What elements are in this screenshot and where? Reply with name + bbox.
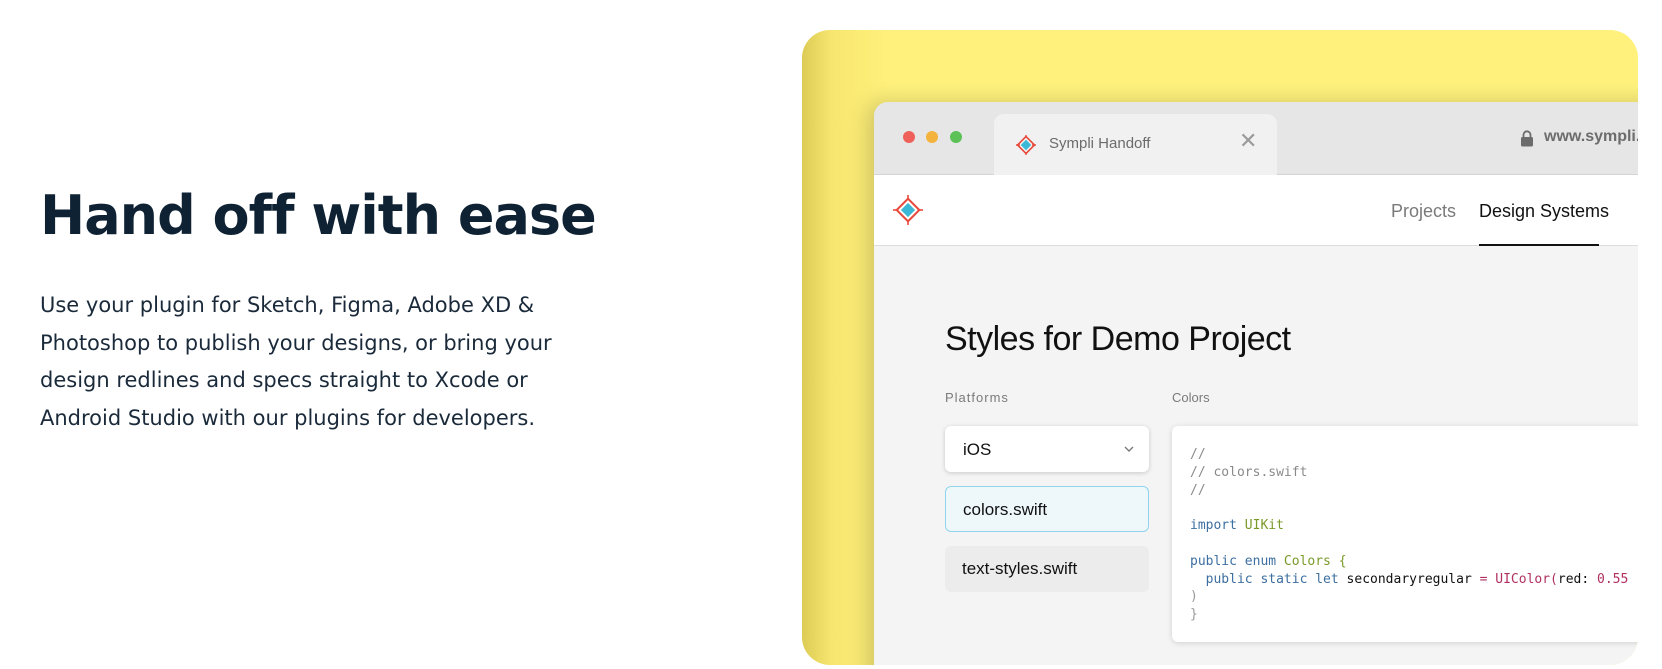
- platform-select[interactable]: iOS: [945, 426, 1149, 472]
- code-comment: //: [1190, 447, 1206, 462]
- showcase-panel: Sympli Handoff ✕ www.sympli.io Projects …: [802, 30, 1638, 665]
- code-number: 0.55: [1597, 571, 1629, 587]
- code-operator: =: [1479, 571, 1488, 587]
- browser-tab[interactable]: Sympli Handoff ✕: [994, 114, 1277, 175]
- tab-title: Sympli Handoff: [1049, 135, 1151, 152]
- code-paren: ): [1190, 589, 1198, 605]
- colors-label: Colors: [1172, 390, 1210, 405]
- code-block: // // colors.swift // import UIKit publi…: [1190, 446, 1628, 624]
- platform-select-value: iOS: [963, 440, 992, 459]
- browser-chrome: Sympli Handoff ✕ www.sympli.io: [874, 102, 1638, 175]
- code-comment: // colors.swift: [1190, 464, 1308, 480]
- code-keyword: public static let: [1205, 571, 1339, 587]
- app-header: Projects Design Systems: [874, 175, 1638, 246]
- file-item-label: text-styles.swift: [962, 559, 1078, 578]
- nav-design-systems[interactable]: Design Systems: [1479, 201, 1609, 222]
- code-identifier: secondaryregular: [1346, 571, 1472, 587]
- platforms-label: Platforms: [945, 390, 1009, 405]
- sympli-logo-icon[interactable]: [892, 194, 924, 226]
- hero-description: Use your plugin for Sketch, Figma, Adobe…: [40, 293, 552, 430]
- browser-window: Sympli Handoff ✕ www.sympli.io Projects …: [874, 102, 1638, 665]
- nav-projects[interactable]: Projects: [1391, 201, 1456, 222]
- code-comment: //: [1190, 482, 1206, 498]
- file-item-colors-swift[interactable]: colors.swift: [945, 486, 1149, 532]
- code-param: red: [1557, 571, 1582, 587]
- code-colon: :: [1581, 571, 1590, 587]
- code-call: UIColor(: [1495, 571, 1558, 587]
- code-module: UIKit: [1244, 518, 1284, 534]
- code-type: Colors: [1283, 553, 1331, 569]
- maximize-window-button[interactable]: [950, 131, 962, 143]
- code-keyword: import: [1190, 518, 1237, 534]
- page-title: Styles for Demo Project: [945, 320, 1291, 358]
- chevron-down-icon: [1124, 446, 1134, 452]
- code-brace: }: [1190, 607, 1198, 623]
- tab-close-icon[interactable]: ✕: [1239, 130, 1257, 152]
- sympli-logo-icon: [1016, 135, 1036, 155]
- code-panel: // // colors.swift // import UIKit publi…: [1172, 426, 1638, 642]
- hero-title: Hand off with ease: [40, 184, 597, 247]
- close-window-button[interactable]: [903, 131, 915, 143]
- minimize-window-button[interactable]: [926, 131, 938, 143]
- nav-active-underline: [1479, 244, 1599, 246]
- address-bar-url[interactable]: www.sympli.io: [1544, 128, 1638, 146]
- lock-icon: [1521, 130, 1533, 147]
- code-keyword: public enum: [1190, 553, 1277, 569]
- code-brace: {: [1338, 553, 1347, 569]
- file-item-label: colors.swift: [963, 500, 1048, 519]
- file-item-text-styles-swift[interactable]: text-styles.swift: [945, 546, 1149, 592]
